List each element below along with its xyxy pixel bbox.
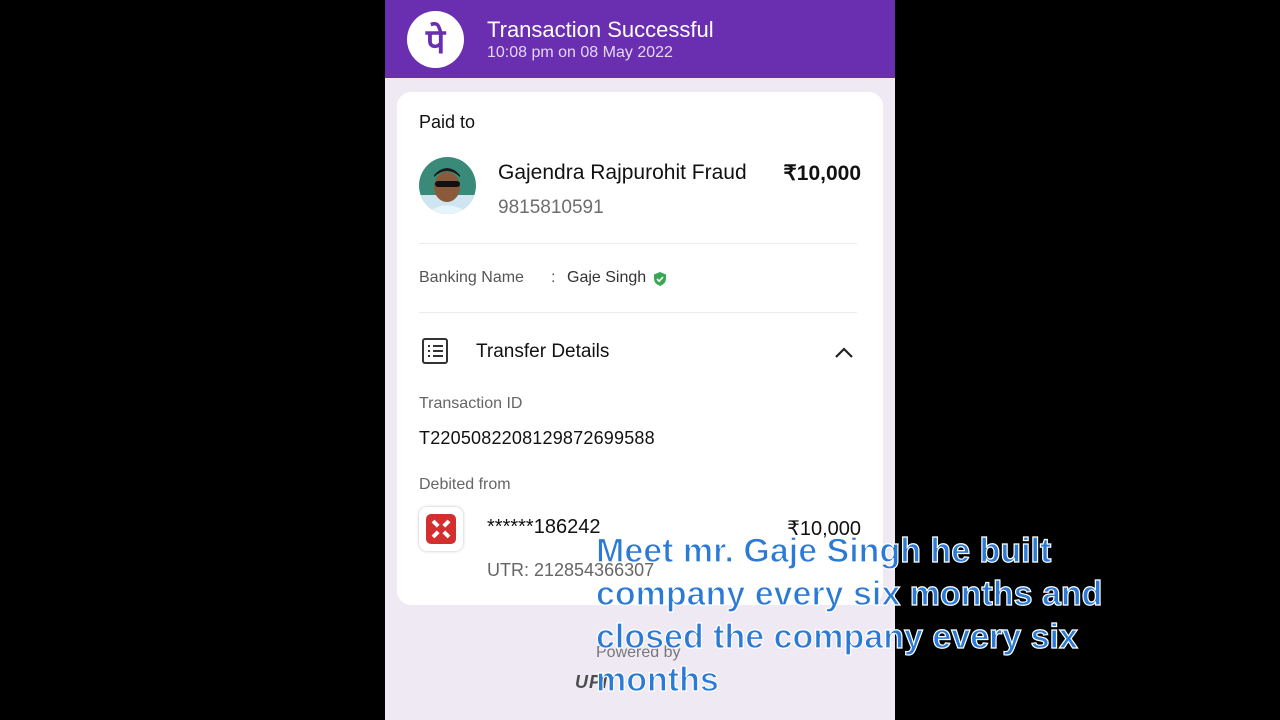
transaction-status-title: Transaction Successful [487, 17, 714, 42]
divider [419, 243, 857, 244]
chevron-up-icon[interactable] [833, 342, 855, 364]
payee-phone: 9815810591 [498, 197, 604, 218]
banking-name-label: Banking Name [419, 269, 524, 286]
payee-amount: ₹10,000 [783, 162, 861, 185]
paid-to-label: Paid to [419, 112, 476, 132]
phonepe-logo: पे [407, 11, 464, 68]
debit-account-number: ******186242 [487, 516, 601, 538]
banking-name-value: Gaje Singh [567, 269, 647, 286]
transaction-id-label: Transaction ID [419, 395, 523, 412]
transaction-id-value[interactable]: T2205082208129872699588 [419, 428, 655, 449]
receipt-list-icon [422, 338, 448, 364]
transfer-details-title[interactable]: Transfer Details [476, 341, 609, 363]
transaction-timestamp: 10:08 pm on 08 May 2022 [487, 44, 673, 61]
payee-name: Gajendra Rajpurohit Fraud [498, 161, 747, 184]
bank-logo [419, 507, 463, 551]
debited-from-label: Debited from [419, 476, 511, 493]
divider [419, 312, 857, 313]
transaction-card: Paid to Gajendra Rajpurohit Fraud ₹10,00… [397, 92, 883, 605]
banking-name-colon: : [551, 269, 556, 286]
app-header: पे Transaction Successful 10:08 pm on 08… [385, 0, 895, 78]
verified-shield-icon [654, 272, 666, 286]
video-caption-overlay: Meet mr. Gaje Singh he built company eve… [595, 531, 1103, 699]
payee-avatar [419, 157, 476, 214]
